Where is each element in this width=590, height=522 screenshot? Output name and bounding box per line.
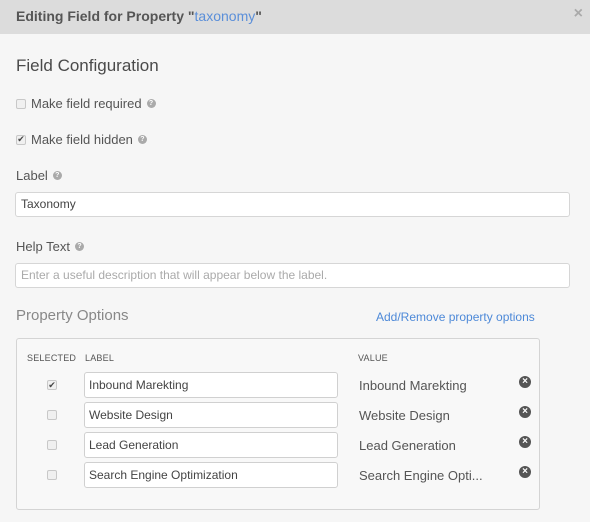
help-text-field-text: Help Text xyxy=(16,239,70,254)
property-options-table: SELECTED LABEL VALUE ✔ Inbound Marekting… xyxy=(16,338,540,510)
required-option[interactable]: Make field required ? xyxy=(16,96,156,111)
option-selected-checkbox[interactable] xyxy=(47,410,57,420)
option-value: Search Engine Opti... xyxy=(359,468,483,483)
option-selected-checkbox[interactable] xyxy=(47,440,57,450)
option-selected-checkbox[interactable]: ✔ xyxy=(47,380,57,390)
option-row: Search Engine Optimization Search Engine… xyxy=(17,462,539,488)
option-label-input[interactable]: Inbound Marekting xyxy=(84,372,338,398)
option-row: ✔ Inbound Marekting Inbound Marekting × xyxy=(17,372,539,398)
hidden-option[interactable]: ✔ Make field hidden ? xyxy=(16,132,147,147)
property-name: taxonomy xyxy=(194,8,256,24)
option-label-input[interactable]: Search Engine Optimization xyxy=(84,462,338,488)
help-icon[interactable]: ? xyxy=(74,242,84,251)
column-header-label: LABEL xyxy=(85,353,115,363)
option-value: Inbound Marekting xyxy=(359,378,467,393)
remove-option-icon[interactable]: × xyxy=(519,406,531,418)
option-label-input[interactable]: Lead Generation xyxy=(84,432,338,458)
option-row: Lead Generation Lead Generation × xyxy=(17,432,539,458)
label-field-text: Label xyxy=(16,168,48,183)
label-input[interactable]: Taxonomy xyxy=(15,192,570,217)
remove-option-icon[interactable]: × xyxy=(519,466,531,478)
add-remove-options-link[interactable]: Add/Remove property options xyxy=(376,310,535,324)
option-row: Website Design Website Design × xyxy=(17,402,539,428)
help-text-field-label: Help Text ? xyxy=(16,239,84,254)
title-prefix: Editing Field for Property " xyxy=(16,8,195,24)
hidden-label: Make field hidden xyxy=(31,132,133,147)
help-icon[interactable]: ? xyxy=(146,99,156,108)
option-value: Website Design xyxy=(359,408,450,423)
column-header-selected: SELECTED xyxy=(27,353,77,363)
remove-option-icon[interactable]: × xyxy=(519,436,531,448)
required-checkbox[interactable] xyxy=(16,98,26,109)
help-text-input[interactable]: Enter a useful description that will app… xyxy=(15,263,570,288)
option-value: Lead Generation xyxy=(359,438,456,453)
help-icon[interactable]: ? xyxy=(137,135,147,144)
title-suffix: " xyxy=(255,8,262,24)
option-label-input[interactable]: Website Design xyxy=(84,402,338,428)
option-selected-checkbox[interactable] xyxy=(47,470,57,480)
remove-option-icon[interactable]: × xyxy=(519,376,531,388)
help-icon[interactable]: ? xyxy=(52,171,62,180)
property-options-title: Property Options xyxy=(16,307,129,324)
hidden-checkbox[interactable]: ✔ xyxy=(16,134,26,145)
required-label: Make field required xyxy=(31,96,142,111)
dialog-body: Field Configuration Make field required … xyxy=(0,34,590,522)
dialog-header: Editing Field for Property "taxonomy" × xyxy=(0,0,590,34)
label-field-label: Label ? xyxy=(16,168,62,183)
section-title: Field Configuration xyxy=(16,56,159,75)
close-icon[interactable]: × xyxy=(574,5,583,23)
column-header-value: VALUE xyxy=(358,353,388,363)
dialog-title: Editing Field for Property "taxonomy" xyxy=(16,8,262,24)
